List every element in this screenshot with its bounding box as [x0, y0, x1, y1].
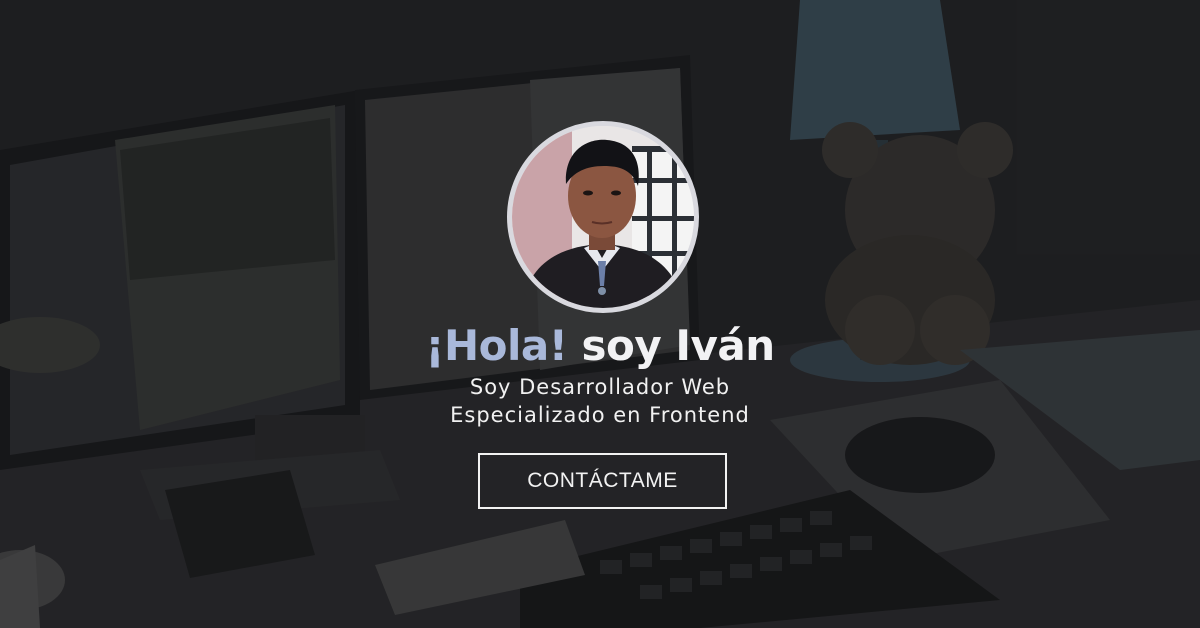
greeting-text: ¡Hola! [425, 321, 568, 370]
hero-content: ¡Hola! soy Iván Soy Desarrollador Web Es… [0, 0, 1200, 628]
subtitle-line-2: Especializado en Frontend [450, 403, 750, 427]
hero-headline: ¡Hola! soy Iván [0, 318, 1200, 374]
hero-section: ¡Hola! soy Iván Soy Desarrollador Web Es… [0, 0, 1200, 628]
name-text: soy Iván [581, 321, 776, 370]
contact-button[interactable]: CONTÁCTAME [478, 453, 727, 509]
profile-avatar [507, 121, 699, 313]
profile-photo [512, 126, 694, 308]
subtitle-line-1: Soy Desarrollador Web [469, 375, 731, 399]
